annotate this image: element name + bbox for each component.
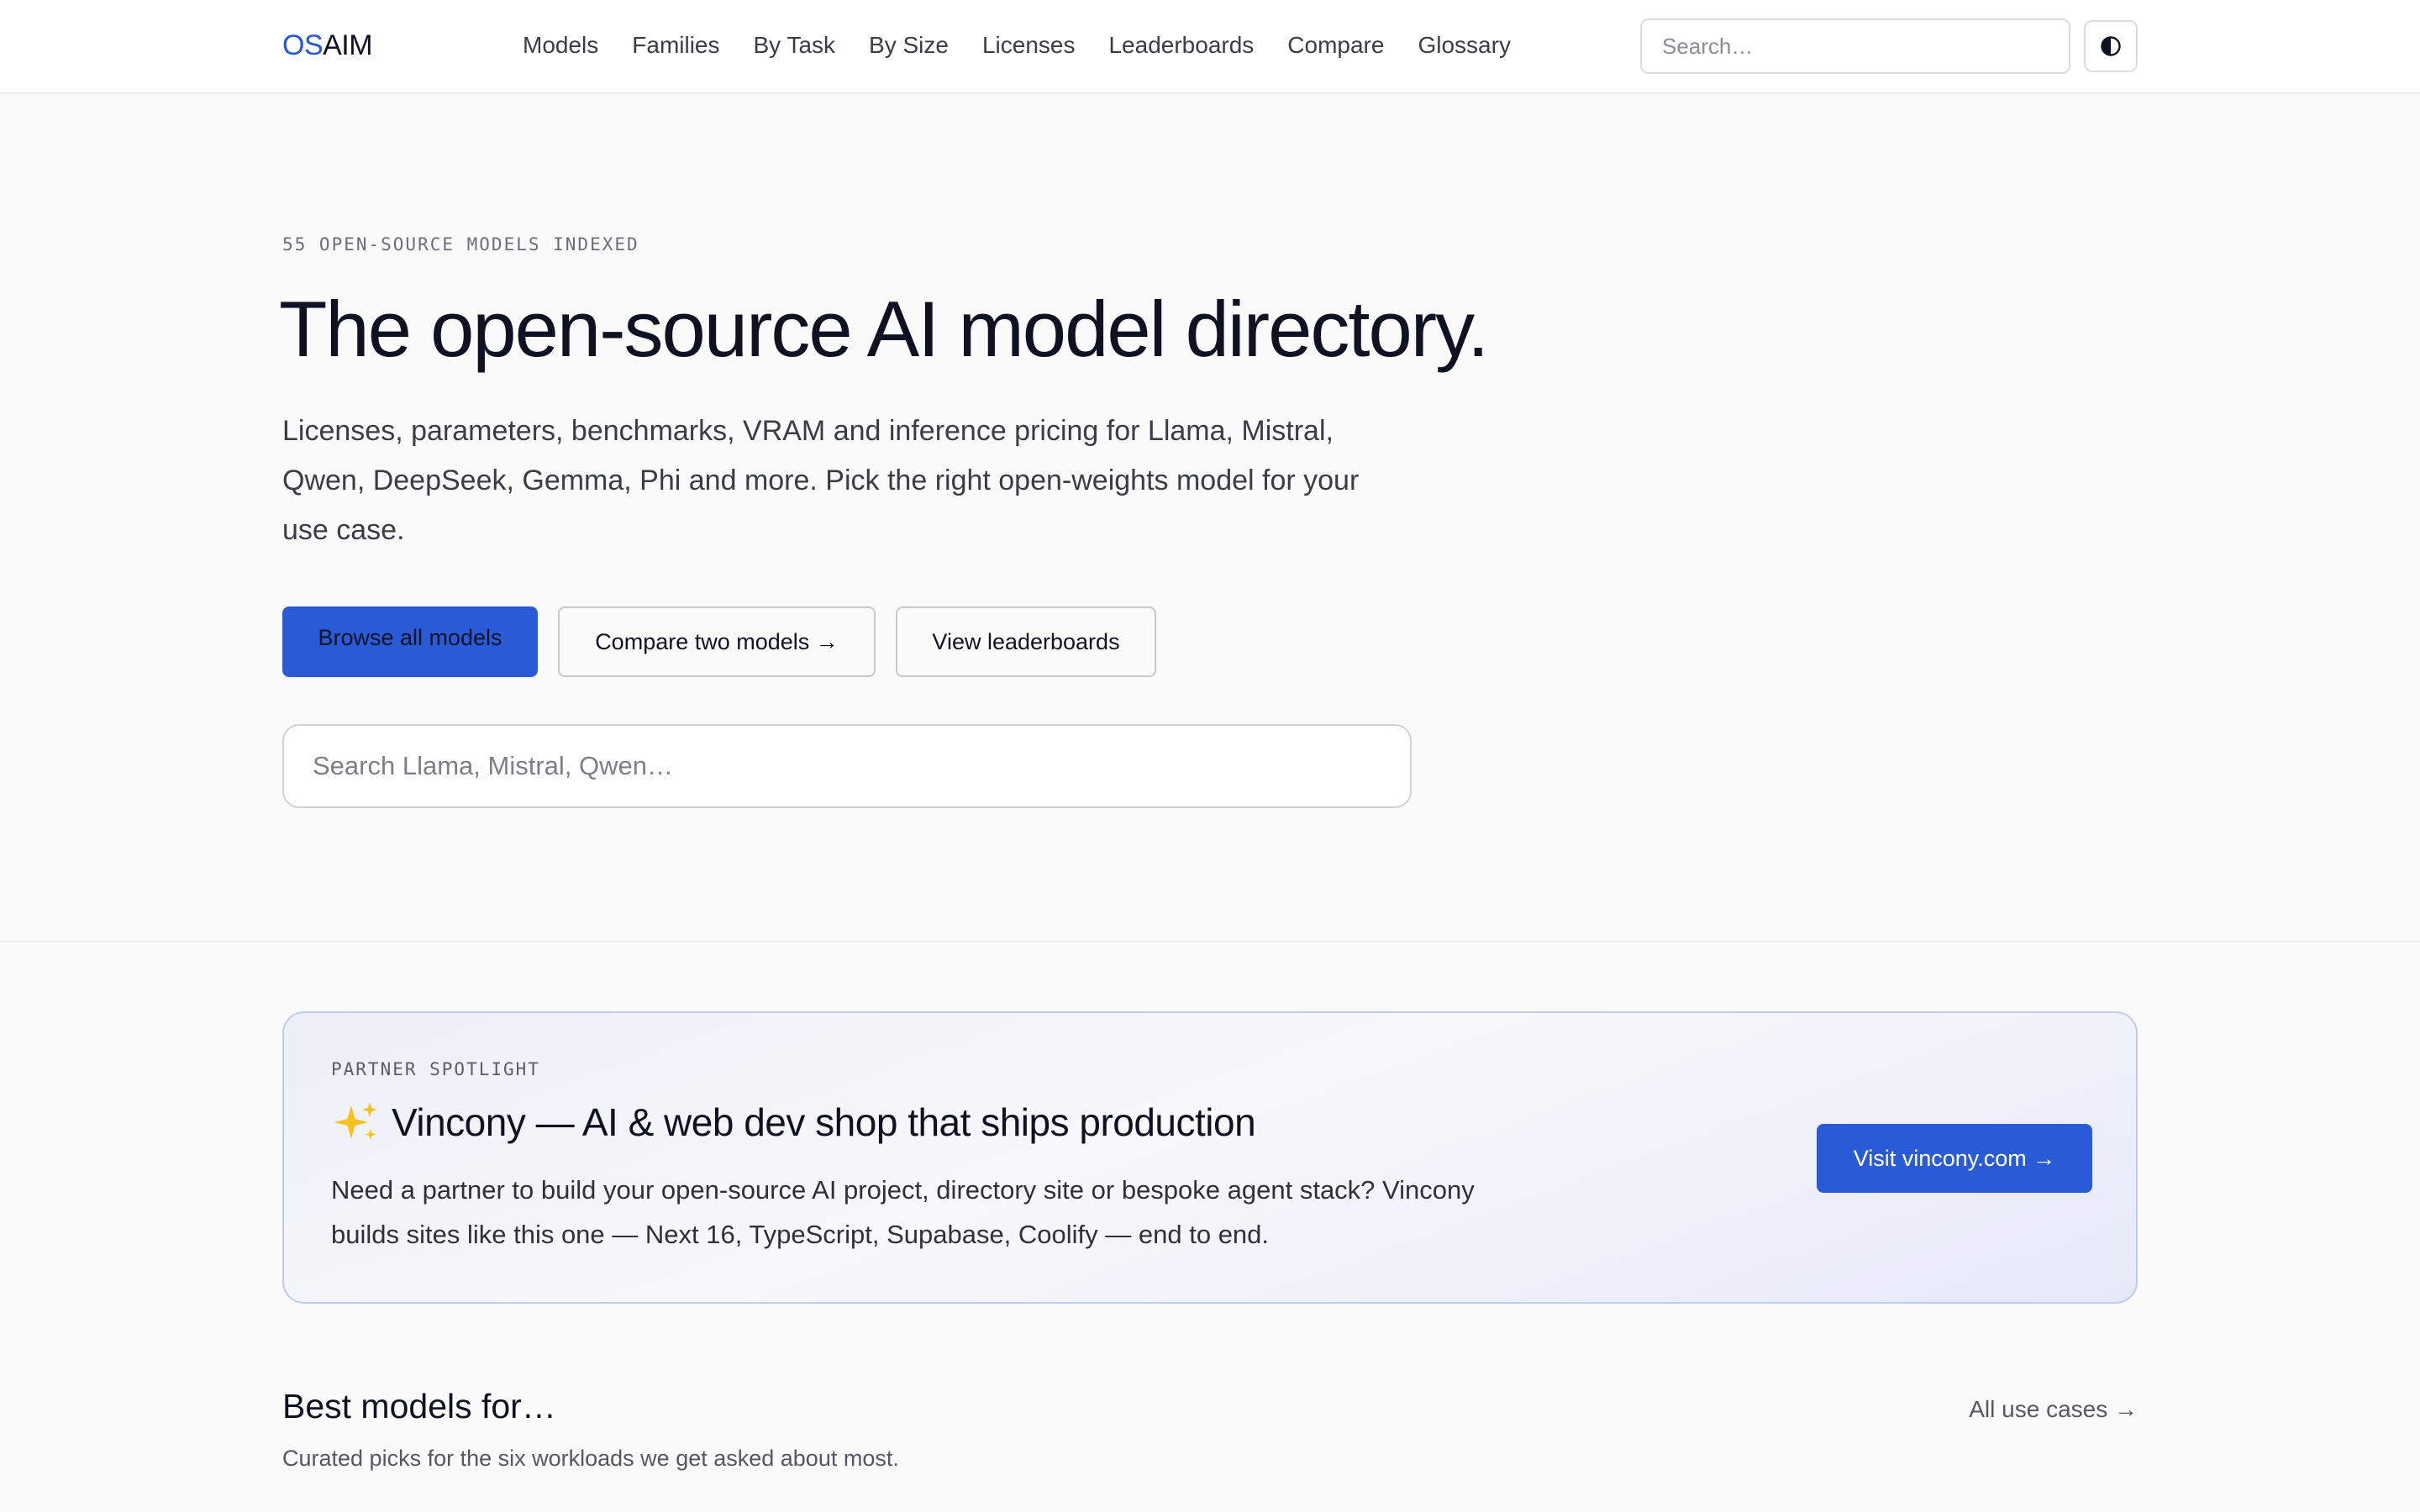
nav-link-by-task[interactable]: By Task xyxy=(754,27,836,64)
best-models-subtitle: Curated picks for the six workloads we g… xyxy=(282,1446,899,1471)
theme-toggle-button[interactable] xyxy=(2084,20,2138,72)
compare-two-models-button[interactable]: Compare two models → xyxy=(558,606,876,677)
nav-link-compare[interactable]: Compare xyxy=(1287,27,1384,64)
browse-all-models-button[interactable]: Browse all models xyxy=(282,606,538,677)
nav-link-leaderboards[interactable]: Leaderboards xyxy=(1108,27,1254,64)
hero-title: The open-source AI model directory. xyxy=(279,285,1489,373)
top-navigation-bar: OSAIM Models Families By Task By Size Li… xyxy=(0,0,2420,94)
best-models-title: Best models for… xyxy=(282,1387,556,1425)
sparkles-icon xyxy=(334,1102,377,1140)
nav-link-glossary[interactable]: Glossary xyxy=(1418,27,1510,64)
contrast-icon xyxy=(2101,36,2121,56)
nav-link-licenses[interactable]: Licenses xyxy=(982,27,1076,64)
hero-subtitle: Licenses, parameters, benchmarks, VRAM a… xyxy=(282,415,1360,546)
logo-os-text: OS xyxy=(282,29,324,61)
header-search-input[interactable] xyxy=(1640,18,2070,74)
visit-vincony-button[interactable]: Visit vincony.com → xyxy=(1817,1124,2092,1193)
hero-section: 55 OPEN-SOURCE MODELS INDEXED The open-s… xyxy=(0,94,2420,942)
site-logo[interactable]: OSAIM xyxy=(282,27,373,64)
partner-spotlight-card: PARTNER SPOTLIGHT Vincony — AI & web dev… xyxy=(282,1011,2138,1304)
all-use-cases-link[interactable]: All use cases → xyxy=(1969,1391,2138,1428)
logo-aim-text: AIM xyxy=(323,29,373,61)
view-leaderboards-button[interactable]: View leaderboards xyxy=(896,606,1156,677)
main-nav: Models Families By Task By Size Licenses… xyxy=(523,27,1544,64)
partner-description: Need a partner to build your open-source… xyxy=(331,1175,1475,1249)
models-indexed-count: 55 OPEN-SOURCE MODELS INDEXED xyxy=(282,234,639,255)
partner-title-text: Vincony — AI & web dev shop that ships p… xyxy=(392,1100,1256,1144)
partner-eyebrow: PARTNER SPOTLIGHT xyxy=(331,1059,540,1079)
hero-search-input[interactable] xyxy=(282,724,1412,808)
nav-link-by-size[interactable]: By Size xyxy=(869,27,949,64)
nav-link-families[interactable]: Families xyxy=(632,27,719,64)
nav-link-models[interactable]: Models xyxy=(523,27,598,64)
partner-title: Vincony — AI & web dev shop that ships p… xyxy=(331,1097,1256,1147)
